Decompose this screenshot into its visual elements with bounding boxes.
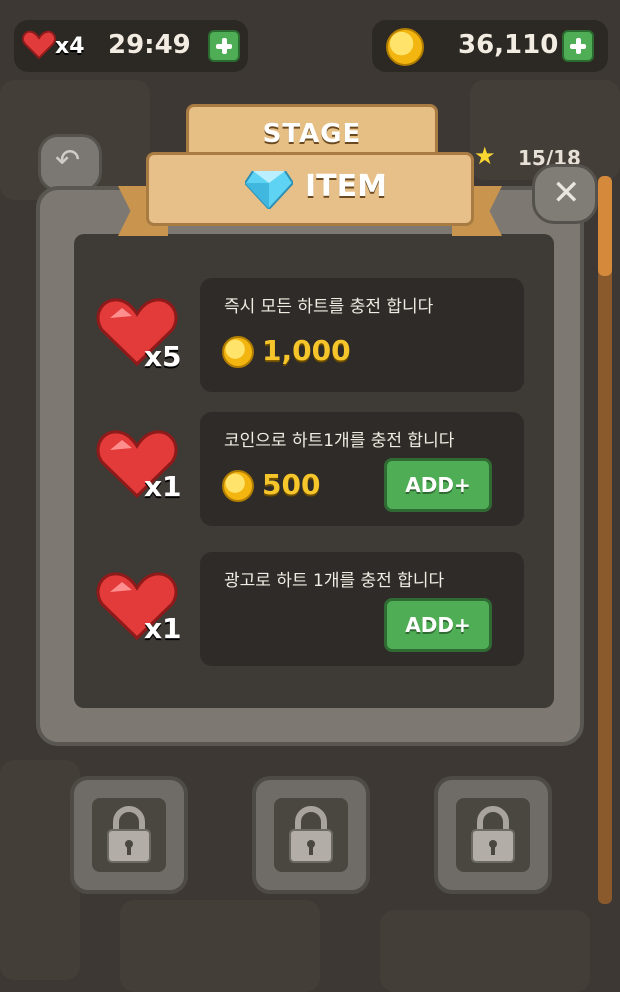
lock-icon (471, 806, 515, 863)
background-rock (0, 760, 80, 980)
add-coins-button[interactable] (562, 30, 594, 62)
diamond-icon (245, 171, 293, 209)
scrollbar-track[interactable] (598, 176, 612, 904)
background-rock (380, 910, 590, 992)
coin-icon (222, 336, 254, 368)
lock-icon (107, 806, 151, 863)
shop-item-ad-heart: 광고로 하트 1개를 충전 합니다 ADD+ (200, 552, 524, 666)
item-banner-label: ITEM (305, 169, 387, 204)
heart-icon (22, 30, 56, 60)
add-button-label: ADD+ (405, 613, 471, 637)
locked-slot[interactable] (70, 776, 188, 894)
item-banner: ITEM (146, 152, 474, 226)
shop-item-refill-all: 즉시 모든 하트를 충전 합니다 1,000 (200, 278, 524, 392)
coin-icon (386, 28, 424, 66)
heart-multiplier: x1 (144, 612, 182, 645)
locked-slot[interactable] (434, 776, 552, 894)
heart-timer: 29:49 (108, 30, 191, 60)
add-heart-coin-button[interactable]: ADD+ (384, 458, 492, 512)
back-arrow-icon: ↶ (55, 143, 81, 178)
locked-slot[interactable] (252, 776, 370, 894)
shop-item-description: 광고로 하트 1개를 충전 합니다 (224, 571, 445, 591)
stage-banner-label: STAGE (262, 119, 362, 149)
shop-item-coin-heart: 코인으로 하트1개를 충전 합니다 500 ADD+ (200, 412, 524, 526)
shop-item-description: 코인으로 하트1개를 충전 합니다 (224, 431, 455, 451)
coin-balance: 36,110 (458, 30, 559, 60)
lives-count: x4 (55, 34, 85, 59)
close-button[interactable]: ✕ (532, 164, 598, 224)
shop-item-price: 500 (262, 468, 321, 501)
close-icon: ✕ (552, 173, 581, 213)
shop-item-description: 즉시 모든 하트를 충전 합니다 (224, 297, 434, 317)
heart-multiplier: x1 (144, 470, 182, 503)
heart-multiplier: x5 (144, 340, 182, 373)
back-button[interactable]: ↶ (38, 134, 102, 192)
shop-item-price: 1,000 (262, 334, 351, 367)
coin-icon (222, 470, 254, 502)
scrollbar-thumb[interactable] (598, 176, 612, 276)
add-button-label: ADD+ (405, 473, 471, 497)
add-heart-ad-button[interactable]: ADD+ (384, 598, 492, 652)
lock-icon (289, 806, 333, 863)
add-lives-button[interactable] (208, 30, 240, 62)
star-icon: ★ (474, 142, 496, 170)
background-rock (120, 900, 320, 992)
